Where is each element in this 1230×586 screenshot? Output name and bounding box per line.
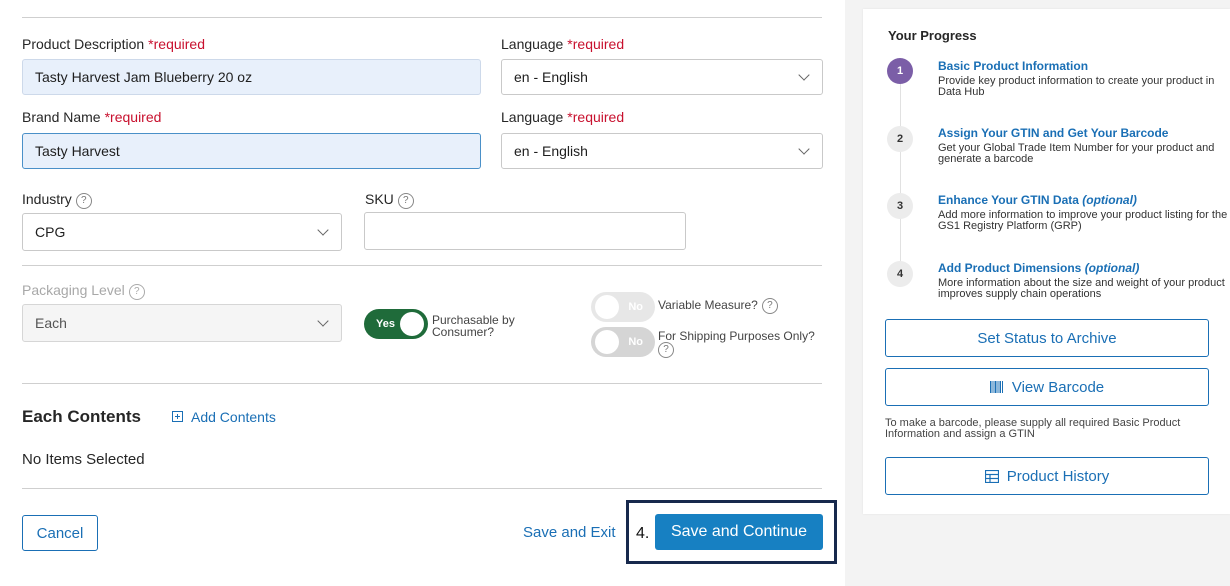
- brand-name-input[interactable]: Tasty Harvest: [22, 133, 481, 169]
- progress-title: Your Progress: [888, 28, 977, 43]
- product-description-input[interactable]: Tasty Harvest Jam Blueberry 20 oz: [22, 59, 481, 95]
- brand-language-select[interactable]: en - English: [501, 133, 823, 169]
- barcode-icon: [989, 380, 1004, 394]
- set-status-archive-button[interactable]: Set Status to Archive: [885, 319, 1209, 357]
- save-and-exit-link[interactable]: Save and Exit: [523, 524, 616, 541]
- industry-select[interactable]: CPG: [22, 213, 342, 251]
- save-and-continue-button[interactable]: Save and Continue: [655, 514, 823, 550]
- chevron-down-icon: [317, 224, 329, 236]
- help-circle-icon[interactable]: ?: [75, 193, 92, 209]
- help-circle-icon[interactable]: ?: [397, 193, 414, 209]
- chevron-down-icon: [317, 315, 329, 327]
- shipping-only-toggle[interactable]: No: [591, 327, 655, 357]
- progress-line: [900, 74, 901, 279]
- step-4-title[interactable]: Add Product Dimensions (optional): [938, 261, 1139, 275]
- brand-language-label: Language *required: [501, 109, 625, 125]
- purchasable-toggle[interactable]: Yes: [364, 309, 428, 339]
- each-contents-title: Each Contents: [22, 407, 142, 426]
- brand-name-label: Brand Name *required: [22, 109, 162, 125]
- divider: [22, 17, 822, 18]
- variable-measure-toggle[interactable]: No: [591, 292, 655, 322]
- step-3-description: Add more information to improve your pro…: [938, 209, 1228, 232]
- purchasable-label: Purchasable by Consumer?: [432, 313, 515, 339]
- step-2-title[interactable]: Assign Your GTIN and Get Your Barcode: [938, 126, 1168, 140]
- view-barcode-button[interactable]: View Barcode: [885, 368, 1209, 406]
- language-label: Language *required: [501, 36, 625, 52]
- packaging-level-select[interactable]: Each: [22, 304, 342, 342]
- language-select[interactable]: en - English: [501, 59, 823, 95]
- step-annotation: 4.: [636, 525, 650, 542]
- sku-label: SKU?: [365, 191, 414, 209]
- barcode-note: To make a barcode, please supply all req…: [885, 417, 1181, 440]
- step-2-badge: 2: [887, 126, 913, 152]
- plus-square-icon: [172, 411, 183, 422]
- help-circle-icon[interactable]: ?: [761, 298, 778, 314]
- chevron-down-icon: [798, 69, 810, 81]
- table-icon: [984, 469, 999, 483]
- industry-label: Industry?: [22, 191, 92, 209]
- product-history-button[interactable]: Product History: [885, 457, 1209, 495]
- sku-input[interactable]: [364, 212, 686, 250]
- help-circle-icon[interactable]: ?: [658, 342, 674, 358]
- chevron-down-icon: [798, 143, 810, 155]
- divider: [22, 265, 822, 266]
- add-contents-link[interactable]: Add Contents: [172, 409, 276, 425]
- step-2-description: Get your Global Trade Item Number for yo…: [938, 142, 1215, 165]
- shipping-only-label: For Shipping Purposes Only??: [658, 330, 818, 358]
- step-3-title[interactable]: Enhance Your GTIN Data (optional): [938, 193, 1137, 207]
- step-1-badge: 1: [887, 58, 913, 84]
- divider: [22, 488, 822, 489]
- step-1-description: Provide key product information to creat…: [938, 75, 1215, 98]
- step-1-title[interactable]: Basic Product Information: [938, 59, 1088, 73]
- step-4-description: More information about the size and weig…: [938, 277, 1225, 300]
- variable-measure-label: Variable Measure??: [658, 298, 778, 314]
- help-circle-icon[interactable]: ?: [128, 284, 145, 300]
- no-items-text: No Items Selected: [22, 451, 145, 468]
- product-description-label: Product Description *required: [22, 36, 205, 52]
- packaging-level-label: Packaging Level?: [22, 282, 145, 300]
- divider: [22, 383, 822, 384]
- step-4-badge: 4: [887, 261, 913, 287]
- cancel-button[interactable]: Cancel: [22, 515, 98, 551]
- step-3-badge: 3: [887, 193, 913, 219]
